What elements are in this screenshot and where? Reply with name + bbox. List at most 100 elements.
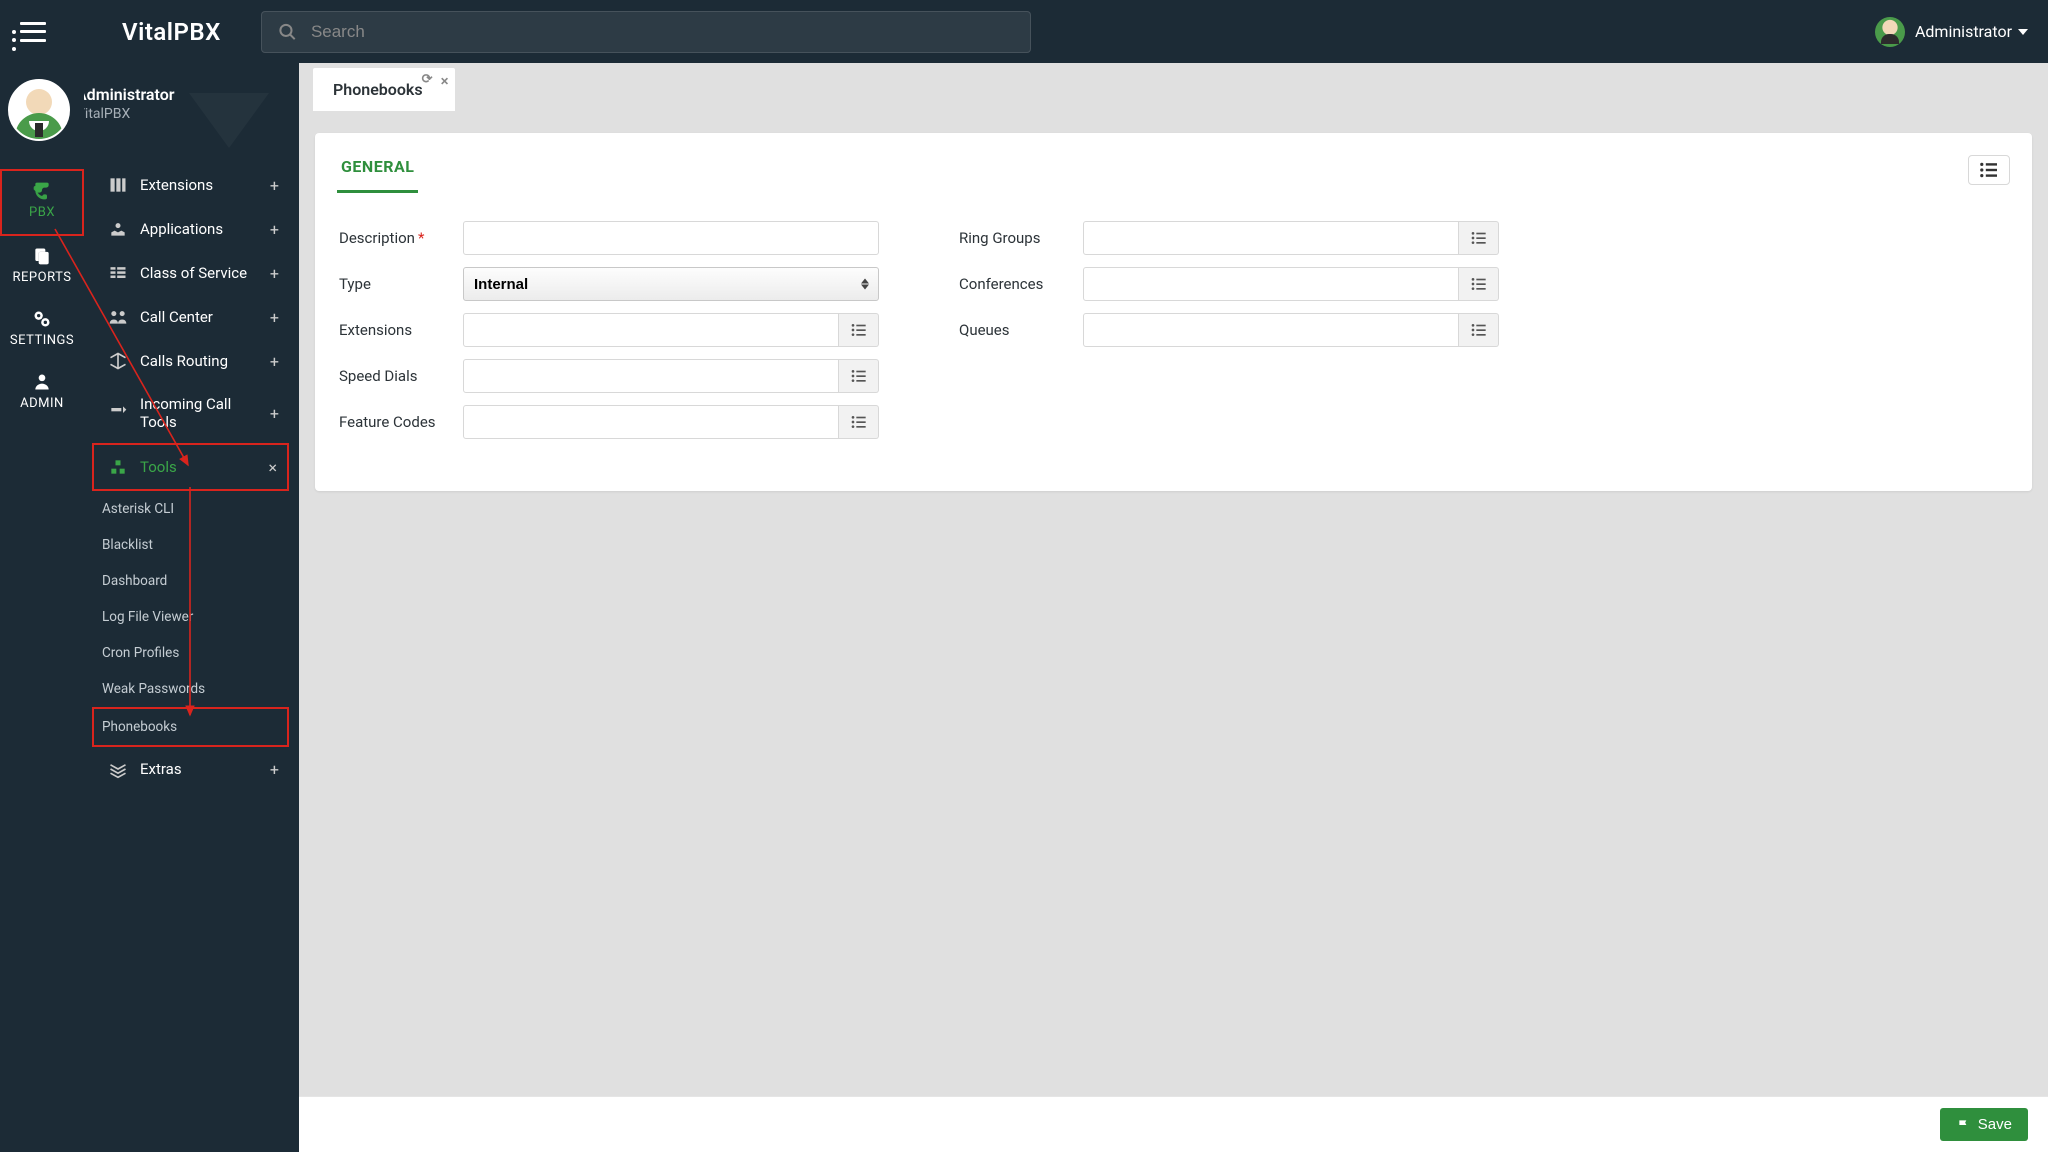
form-panel: GENERAL Description* Type (315, 133, 2032, 491)
input-ring-groups[interactable] (1083, 221, 1459, 255)
sidebar-user-info: Administrator VitalPBX (76, 63, 175, 122)
phone-icon (2, 181, 82, 201)
main-content: Phonebooks ⟳ × GENERAL Description* Typ (299, 63, 2048, 1152)
input-extensions[interactable] (463, 313, 839, 347)
menu-calls-routing[interactable]: Calls Routing + (84, 339, 299, 383)
label-description: Description* (339, 229, 463, 247)
logo-mark (76, 12, 116, 52)
label-speed-dials: Speed Dials (339, 367, 463, 385)
list-icon (1471, 231, 1487, 245)
tab-phonebooks[interactable]: Phonebooks ⟳ × (313, 68, 455, 111)
input-queues[interactable] (1083, 313, 1459, 347)
submenu-phonebooks[interactable]: Phonebooks (92, 707, 289, 747)
tools-icon (108, 457, 128, 477)
incoming-call-tools-icon (108, 403, 128, 423)
picker-ring-groups[interactable] (1459, 221, 1499, 255)
avatar-icon (1875, 17, 1905, 47)
picker-conferences[interactable] (1459, 267, 1499, 301)
list-icon (851, 323, 867, 337)
sidebar-wide: Administrator VitalPBX Extensions + Appl… (84, 63, 299, 1152)
list-button[interactable] (1968, 155, 2010, 185)
list-icon (851, 415, 867, 429)
input-conferences[interactable] (1083, 267, 1459, 301)
user-menu[interactable]: Administrator (1875, 17, 2028, 47)
label-queues: Queues (959, 321, 1083, 339)
settings-icon (0, 309, 84, 329)
select-type[interactable]: Internal (463, 267, 879, 301)
submenu-dashboard[interactable]: Dashboard (84, 563, 299, 599)
close-icon[interactable]: × (441, 72, 449, 90)
plus-icon: + (270, 352, 279, 371)
input-feature-codes[interactable] (463, 405, 839, 439)
reports-icon (0, 246, 84, 266)
nav-reports[interactable]: REPORTS (0, 236, 84, 299)
submenu-blacklist[interactable]: Blacklist (84, 527, 299, 563)
top-bar: VitalPBX Administrator (0, 0, 2048, 63)
footer-bar: Save (299, 1096, 2048, 1152)
save-label: Save (1978, 1116, 2012, 1133)
input-description[interactable] (463, 221, 879, 255)
tab-strip: Phonebooks ⟳ × (299, 63, 2048, 111)
list-icon (851, 369, 867, 383)
plus-icon: + (270, 308, 279, 327)
menu-tools[interactable]: Tools × (92, 443, 289, 491)
sidebar-user-name: Administrator (76, 85, 175, 104)
call-center-icon (108, 307, 128, 327)
submenu-weak-passwords[interactable]: Weak Passwords (84, 671, 299, 707)
sidebar-user-avatar (0, 63, 84, 141)
label-type: Type (339, 275, 463, 293)
list-icon (1471, 277, 1487, 291)
menu-extras[interactable]: Extras + (84, 747, 299, 791)
caret-down-icon (2018, 29, 2028, 35)
admin-icon (0, 372, 84, 392)
required-indicator: * (418, 229, 424, 247)
menu-incoming-call-tools[interactable]: Incoming Call Tools + (84, 383, 299, 443)
class-of-service-icon (108, 263, 128, 283)
sidebar-narrow: PBX REPORTS SETTINGS ADMIN (0, 63, 84, 1152)
menu-extensions[interactable]: Extensions + (84, 163, 299, 207)
form-column-left: Description* Type Internal (339, 221, 879, 451)
tab-label: Phonebooks (333, 80, 423, 99)
decorative-triangle (189, 93, 269, 148)
user-name-label: Administrator (1915, 22, 2012, 41)
picker-queues[interactable] (1459, 313, 1499, 347)
label-ring-groups: Ring Groups (959, 229, 1083, 247)
extras-icon (108, 759, 128, 779)
picker-feature-codes[interactable] (839, 405, 879, 439)
menu-call-center[interactable]: Call Center + (84, 295, 299, 339)
menu-applications[interactable]: Applications + (84, 207, 299, 251)
list-icon (1979, 162, 1999, 178)
label-extensions: Extensions (339, 321, 463, 339)
panel-tab-general[interactable]: GENERAL (337, 147, 418, 193)
list-icon (1471, 323, 1487, 337)
brand-logo[interactable]: VitalPBX (76, 12, 221, 52)
menu-class-of-service[interactable]: Class of Service + (84, 251, 299, 295)
input-speed-dials[interactable] (463, 359, 839, 393)
submenu-asterisk-cli[interactable]: Asterisk CLI (84, 491, 299, 527)
form-column-right: Ring Groups Conferences (959, 221, 1499, 451)
refresh-icon[interactable]: ⟳ (422, 72, 433, 87)
applications-icon (108, 219, 128, 239)
plus-icon: + (270, 404, 279, 423)
search-box[interactable] (261, 11, 1031, 53)
nav-pbx[interactable]: PBX (0, 169, 84, 236)
plus-icon: + (270, 220, 279, 239)
sidebar-user-company: VitalPBX (76, 106, 175, 122)
picker-speed-dials[interactable] (839, 359, 879, 393)
close-icon: × (268, 458, 277, 477)
submenu-cron-profiles[interactable]: Cron Profiles (84, 635, 299, 671)
search-input[interactable] (311, 22, 1014, 42)
plus-icon: + (270, 176, 279, 195)
picker-extensions[interactable] (839, 313, 879, 347)
extensions-icon (108, 175, 128, 195)
nav-admin[interactable]: ADMIN (0, 362, 84, 425)
nav-settings[interactable]: SETTINGS (0, 299, 84, 362)
save-button[interactable]: Save (1940, 1108, 2028, 1141)
label-feature-codes: Feature Codes (339, 413, 463, 431)
flag-icon (1956, 1118, 1972, 1132)
label-conferences: Conferences (959, 275, 1083, 293)
hamburger-icon[interactable] (20, 22, 46, 42)
submenu-log-file-viewer[interactable]: Log File Viewer (84, 599, 299, 635)
calls-routing-icon (108, 351, 128, 371)
plus-icon: + (270, 760, 279, 779)
